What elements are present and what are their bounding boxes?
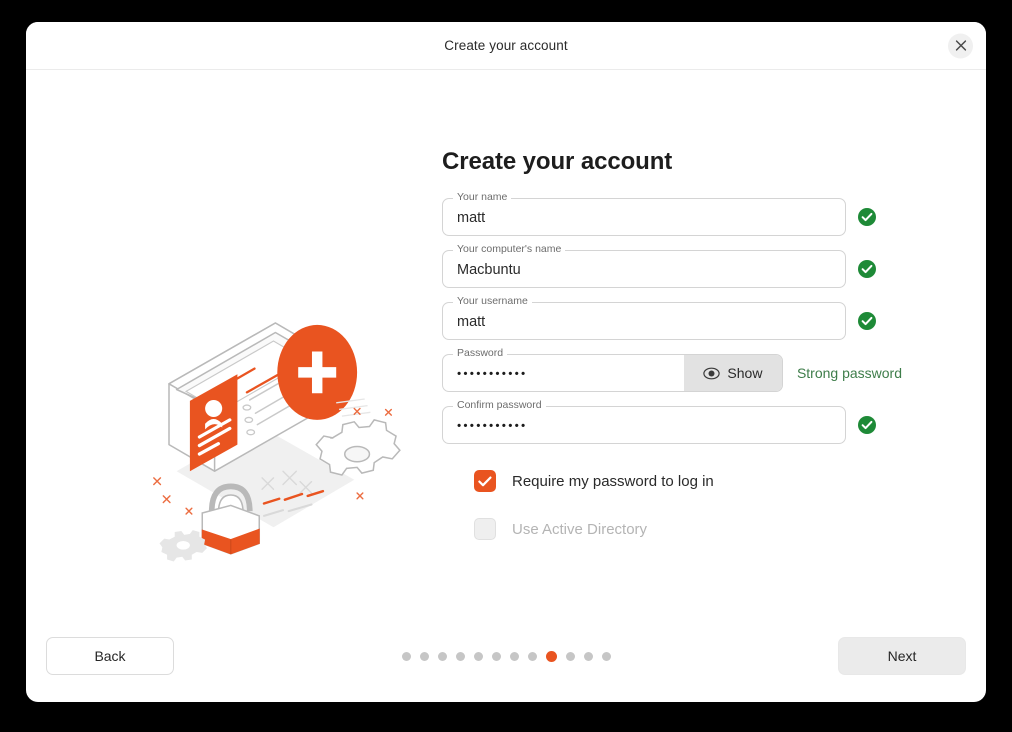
- pagination-dot: [473, 651, 483, 661]
- password-value: •••••••••••: [457, 366, 528, 381]
- check-circle-icon: [858, 260, 876, 278]
- pagination-dot: [419, 651, 429, 661]
- pagination-dot: [565, 651, 575, 661]
- field-row-username: Your username matt: [442, 295, 902, 340]
- pagination-dot: [509, 651, 519, 661]
- require-password-row[interactable]: Require my password to log in: [474, 470, 902, 492]
- window-title: Create your account: [444, 38, 568, 53]
- pagination-dot: [455, 651, 465, 661]
- close-icon[interactable]: [948, 33, 973, 58]
- computer-name-value: Macbuntu: [457, 261, 521, 278]
- checkmark-icon: [478, 476, 492, 486]
- password-label: Password: [453, 347, 508, 360]
- footer-bar: Back Next: [26, 610, 986, 702]
- confirm-password-value: •••••••••••: [457, 418, 528, 433]
- pagination-dot: [583, 651, 593, 661]
- check-circle-icon: [858, 312, 876, 330]
- username-label: Your username: [453, 295, 532, 308]
- confirm-password-label: Confirm password: [453, 399, 546, 412]
- active-directory-label: Use Active Directory: [512, 520, 648, 538]
- pagination-dot: [491, 651, 501, 661]
- your-name-input[interactable]: Your name matt: [442, 191, 846, 236]
- pagination-dot: [437, 651, 447, 661]
- next-button[interactable]: Next: [838, 637, 966, 675]
- field-row-your-name: Your name matt: [442, 191, 902, 236]
- pagination-dot-active: [545, 650, 557, 662]
- active-directory-checkbox: [474, 518, 496, 540]
- username-value: matt: [457, 313, 486, 330]
- account-form: Create your account Your name matt Your …: [442, 148, 902, 540]
- require-password-checkbox[interactable]: [474, 470, 496, 492]
- page-title: Create your account: [442, 148, 673, 175]
- show-password-label: Show: [727, 365, 763, 381]
- username-input[interactable]: Your username matt: [442, 295, 846, 340]
- computer-name-input[interactable]: Your computer's name Macbuntu: [442, 243, 846, 288]
- computer-name-label: Your computer's name: [453, 243, 566, 256]
- require-password-label: Require my password to log in: [512, 472, 714, 490]
- check-circle-icon: [858, 208, 876, 226]
- show-password-button[interactable]: Show: [683, 355, 782, 391]
- password-input[interactable]: Password ••••••••••• Show: [442, 347, 783, 392]
- check-circle-icon: [858, 416, 876, 434]
- pagination-dot: [527, 651, 537, 661]
- field-row-computer-name: Your computer's name Macbuntu: [442, 243, 902, 288]
- active-directory-row: Use Active Directory: [474, 518, 902, 540]
- eye-icon: [703, 367, 721, 379]
- create-account-illustration: [131, 285, 416, 570]
- pagination-dot: [401, 651, 411, 661]
- page-content: Create your account Your name matt Your …: [26, 70, 986, 702]
- your-name-label: Your name: [453, 191, 512, 204]
- field-row-password: Password ••••••••••• Show Strong passwor…: [442, 347, 902, 392]
- your-name-value: matt: [457, 209, 486, 226]
- pagination-dot: [601, 651, 611, 661]
- password-strength-hint: Strong password: [796, 365, 902, 381]
- installer-window: Create your account Create your account …: [26, 22, 986, 702]
- field-row-confirm-password: Confirm password •••••••••••: [442, 399, 902, 444]
- confirm-password-input[interactable]: Confirm password •••••••••••: [442, 399, 846, 444]
- header-bar: Create your account: [26, 22, 986, 70]
